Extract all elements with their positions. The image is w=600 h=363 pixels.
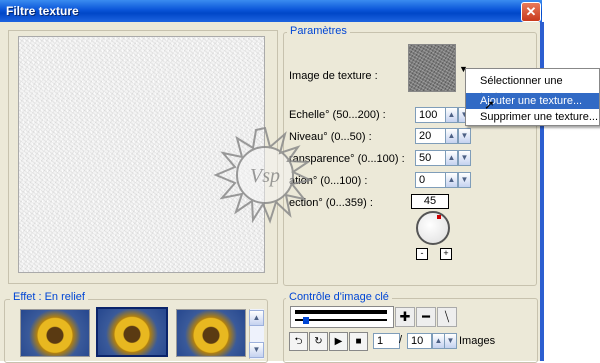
frame-separator: / xyxy=(399,334,403,346)
title-bar[interactable] xyxy=(0,0,600,22)
watermark-seal: Vsp xyxy=(213,126,314,224)
transparency-spin-up-icon[interactable]: ▲ xyxy=(445,150,458,166)
frame-number-input[interactable]: 1 xyxy=(373,333,400,349)
loop-icon[interactable]: ⮌ xyxy=(289,332,308,351)
level-spin-up-icon[interactable]: ▲ xyxy=(445,128,458,144)
menu-item-select-texture[interactable]: Sélectionner une texture xyxy=(466,73,599,103)
scale-spin-up-icon[interactable]: ▲ xyxy=(445,107,458,123)
total-frames-input[interactable]: 10 xyxy=(407,333,432,349)
keyframe-slider[interactable] xyxy=(290,306,394,328)
direction-minus-button[interactable]: - xyxy=(416,248,428,260)
clear-keyframes-icon[interactable]: ⧹ xyxy=(437,307,457,327)
keyframe-legend: Contrôle d'image clé xyxy=(286,291,392,303)
images-label: Images xyxy=(459,335,496,347)
repeat-icon[interactable]: ↻ xyxy=(309,332,328,351)
level-spin-down-icon[interactable]: ▼ xyxy=(458,128,471,144)
texture-image-label: Image de texture : xyxy=(289,70,378,82)
direction-dial[interactable] xyxy=(416,211,450,245)
stop-icon[interactable]: ■ xyxy=(349,332,368,351)
effect-legend: Effet : En relief xyxy=(10,291,88,303)
frames-spin-down-icon[interactable]: ▼ xyxy=(444,333,457,349)
slider-thumb[interactable] xyxy=(303,317,309,324)
direction-plus-button[interactable]: + xyxy=(440,248,452,260)
texture-thumbnail[interactable] xyxy=(408,44,456,92)
scroll-up-icon[interactable]: ▲ xyxy=(249,310,264,326)
saturation-spin-down-icon[interactable]: ▼ xyxy=(458,172,471,188)
effect-thumbnail[interactable] xyxy=(20,309,90,357)
transparency-spin-down-icon[interactable]: ▼ xyxy=(458,150,471,166)
mouse-cursor-icon: ➚ xyxy=(484,97,495,112)
remove-keyframe-icon[interactable]: ━ xyxy=(416,307,436,327)
direction-value[interactable]: 45 xyxy=(411,194,449,209)
close-button[interactable]: ✕ xyxy=(521,2,541,22)
play-icon[interactable]: ▶ xyxy=(329,332,348,351)
effect-thumbnail[interactable] xyxy=(176,309,246,357)
effect-thumbnail-selected[interactable] xyxy=(96,307,168,357)
add-keyframe-icon[interactable]: ✚ xyxy=(395,307,415,327)
background-area xyxy=(542,0,600,361)
window-title: Filtre texture xyxy=(6,4,79,18)
parameters-legend: Paramètres xyxy=(287,25,350,37)
scroll-down-icon[interactable]: ▼ xyxy=(249,342,264,358)
dial-marker xyxy=(437,215,441,219)
saturation-spin-up-icon[interactable]: ▲ xyxy=(445,172,458,188)
slider-track-top xyxy=(295,310,387,314)
svg-text:Vsp: Vsp xyxy=(250,165,280,187)
